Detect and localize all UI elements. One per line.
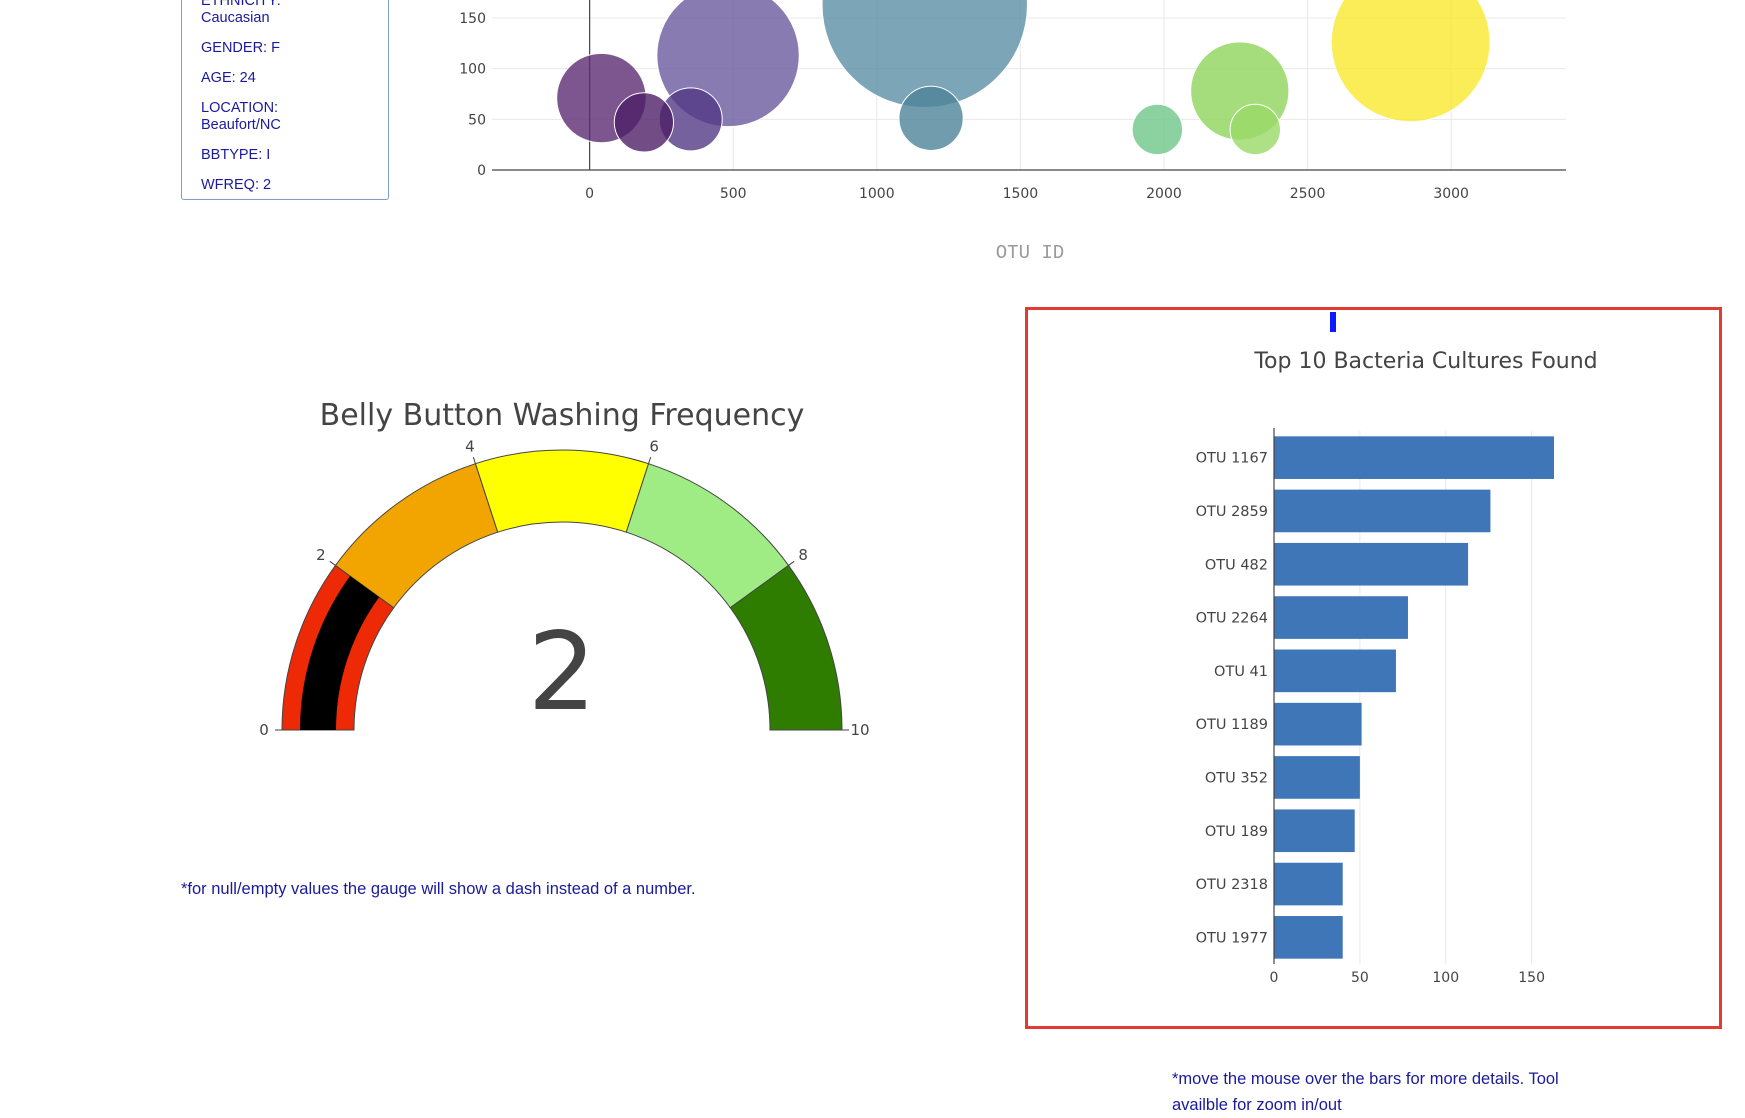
bar-otu-1189: [1274, 702, 1362, 746]
bar-otu-1167: [1274, 436, 1554, 479]
gauge-step-2: [474, 449, 650, 533]
bubble-y-tick-label: 100: [459, 62, 486, 78]
bar-chart-note-line2: availble for zoom in/out: [1172, 1096, 1342, 1114]
bubble-x-tick-label: 2000: [1146, 186, 1182, 202]
bar-category-label: OTU 352: [1205, 770, 1268, 786]
bar-otu-2264: [1274, 596, 1408, 639]
bar-category-label: OTU 2859: [1196, 504, 1268, 520]
bar-category-label: OTU 1189: [1196, 717, 1268, 733]
bar-x-tick-label: 50: [1351, 970, 1369, 986]
bar-x-tick-label: 150: [1518, 970, 1545, 986]
bar-category-label: OTU 2264: [1196, 611, 1268, 627]
gauge-tick: [648, 456, 652, 464]
bubble-y-tick-label: 150: [459, 11, 486, 27]
bar-category-label: OTU 189: [1205, 824, 1268, 840]
bar-category-label: OTU 41: [1214, 664, 1268, 680]
gauge-value: 2: [528, 610, 597, 735]
bar-chart-note-line1: *move the mouse over the bars for more d…: [1172, 1070, 1559, 1088]
gauge-title: Belly Button Washing Frequency: [320, 398, 805, 433]
bar-chart[interactable]: 0 50 100 150 OTU 1167 OTU 2859 OTU 482 OTU 2264…: [1196, 428, 1554, 986]
gauge-tick: [329, 560, 336, 566]
bar-category-label: OTU 1167: [1196, 451, 1268, 467]
bubble-x-tick-label: 1500: [1003, 186, 1039, 202]
bubble-otu-2859: [1330, 0, 1491, 123]
gauge-tick-label: 6: [649, 438, 659, 456]
bubble-x-tick-label: 0: [585, 186, 594, 202]
bubble-y-tick-label: 0: [477, 163, 486, 179]
needle-marker: [1330, 312, 1336, 332]
bar-otu-352: [1274, 756, 1360, 799]
charts-canvas: 0501001500 500 1000 1500 2000 2500 3000 OTU ID…: [259, 0, 1598, 986]
bar-category-label: OTU 1977: [1196, 930, 1268, 946]
bar-otu-1977: [1274, 916, 1343, 959]
gauge-tick-label: 0: [259, 721, 269, 739]
bubble-x-tick-label: 3000: [1433, 186, 1469, 202]
bar-x-tick-label: 0: [1270, 970, 1279, 986]
bar-otu-482: [1274, 542, 1469, 586]
bubble-otu-2318: [1229, 103, 1281, 156]
gauge-tick-label: 10: [850, 721, 869, 739]
bubble-x-tick-label: 2500: [1290, 186, 1326, 202]
gauge-note: *for null/empty values the gauge will sh…: [181, 880, 696, 898]
bar-otu-2318: [1274, 862, 1343, 906]
bar-category-label: OTU 482: [1205, 557, 1268, 573]
bubble-x-axis-label: OTU ID: [996, 242, 1064, 264]
bubble-otu-1189: [898, 85, 964, 151]
gauge-tick-label: 4: [465, 438, 475, 456]
bubble-otu-189: [613, 92, 675, 153]
bubble-y-tick-label: 50: [468, 112, 486, 128]
bar-otu-2859: [1274, 489, 1491, 533]
bubble-chart[interactable]: 0501001500 500 1000 1500 2000 2500 3000: [459, 0, 1566, 202]
gauge-tick-label: 2: [316, 546, 326, 564]
bar-category-label: OTU 2318: [1196, 877, 1268, 893]
bubble-otu-1977: [1131, 103, 1184, 156]
gauge-tick: [788, 560, 795, 566]
gauge-tick: [472, 456, 476, 464]
bubble-x-tick-label: 1000: [859, 186, 895, 202]
bubble-x-tick-label: 500: [720, 186, 747, 202]
bar-otu-189: [1274, 809, 1355, 853]
gauge-tick-label: 8: [798, 546, 808, 564]
bar-chart-title: Top 10 Bacteria Cultures Found: [1253, 349, 1597, 374]
bar-otu-41: [1274, 649, 1396, 693]
bar-x-tick-label: 100: [1432, 970, 1459, 986]
